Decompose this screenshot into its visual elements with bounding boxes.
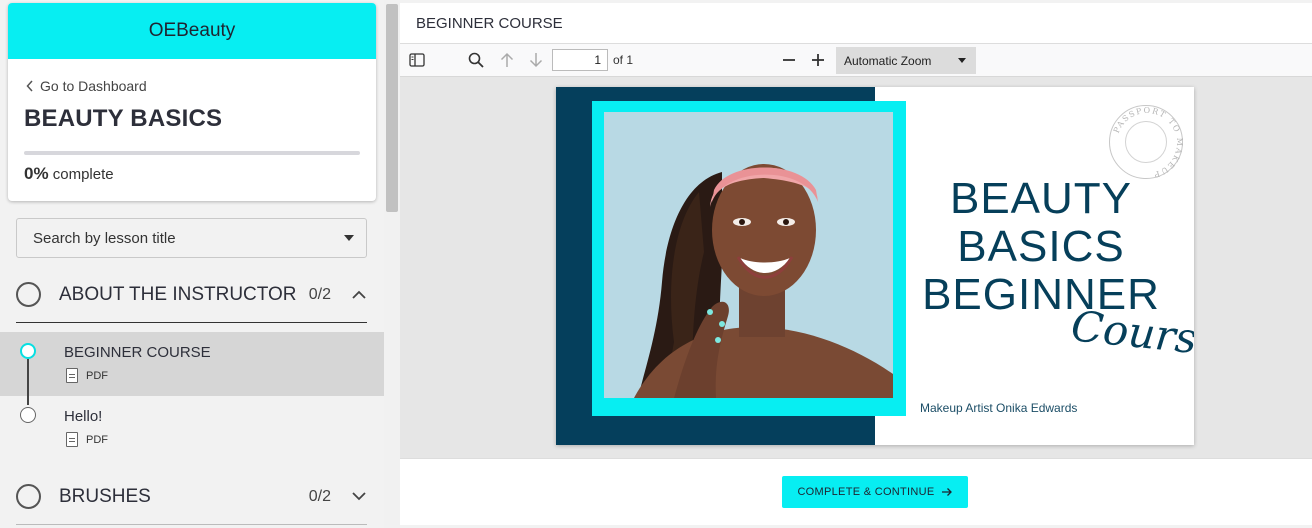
lesson-header-title: BEGINNER COURSE — [416, 14, 563, 32]
chevron-down-icon[interactable] — [351, 489, 367, 505]
complete-button-label: COMPLETE & CONTINUE — [797, 486, 935, 498]
pdf-script-word: Course — [1068, 301, 1194, 366]
progress-percent: 0% — [24, 164, 49, 183]
pdf-page: BEAUTY BASICS BEGINNER Course Makeup Art… — [556, 87, 1194, 445]
pdf-document-icon — [66, 368, 78, 383]
pdf-artist-credit: Makeup Artist Onika Edwards — [920, 401, 1078, 415]
zoom-select-value: Automatic Zoom — [844, 53, 932, 68]
sidebar-scrollbar-thumb[interactable] — [386, 4, 398, 212]
instructor-photo — [604, 112, 893, 398]
stamp-lettering: PASSPORT TO MAKEUP — [1112, 106, 1184, 179]
section-about-the-instructor[interactable]: ABOUT THE INSTRUCTOR 0/2 — [16, 267, 367, 323]
zoom-out-icon[interactable] — [780, 49, 798, 71]
course-card: OEBeauty Go to Dashboard BEAUTY BASICS 0… — [8, 3, 376, 201]
course-progress-bar — [24, 151, 360, 155]
lesson-current-dot-icon — [20, 343, 36, 359]
progress-text: 0% complete — [24, 164, 114, 184]
pdf-viewer: 1 of 1 Automatic Zoom BEAUTY BASICS BEGI… — [400, 44, 1312, 458]
arrow-up-icon[interactable] — [497, 49, 517, 71]
lesson-type-label: PDF — [86, 369, 108, 382]
back-to-dashboard-link[interactable]: Go to Dashboard — [26, 78, 147, 94]
lesson-item-hello[interactable]: Hello! PDF — [0, 396, 384, 460]
brand-bar[interactable]: OEBeauty — [8, 3, 376, 59]
lesson-header: BEGINNER COURSE — [400, 3, 1312, 44]
pdf-toolbar: 1 of 1 Automatic Zoom — [400, 44, 1312, 77]
pdf-title-line: BASICS — [957, 222, 1125, 271]
brand-name: OEBeauty — [148, 20, 236, 41]
course-sidebar: OEBeauty Go to Dashboard BEAUTY BASICS 0… — [0, 0, 384, 528]
lesson-search-select[interactable]: Search by lesson title — [16, 218, 367, 258]
lesson-item-beginner-course[interactable]: BEGINNER COURSE PDF — [0, 332, 384, 396]
section-brushes[interactable]: BRUSHES 0/2 — [16, 469, 367, 525]
lesson-title: BEGINNER COURSE — [64, 344, 211, 361]
page-number-input[interactable]: 1 — [552, 49, 608, 71]
lesson-title: Hello! — [64, 408, 103, 425]
lesson-content: BEGINNER COURSE 1 of 1 Automatic Zoom BE… — [400, 3, 1312, 525]
zoom-select[interactable]: Automatic Zoom — [836, 47, 976, 74]
section-title: ABOUT THE INSTRUCTOR — [59, 283, 297, 305]
search-icon[interactable] — [466, 49, 486, 71]
lesson-search-placeholder: Search by lesson title — [33, 229, 176, 247]
section-title: BRUSHES — [59, 485, 151, 507]
lesson-footer: COMPLETE & CONTINUE — [400, 458, 1312, 525]
page-count-label: of 1 — [613, 53, 634, 67]
progress-suffix: complete — [52, 166, 114, 183]
caret-down-icon — [344, 235, 354, 241]
arrow-down-icon[interactable] — [526, 49, 546, 71]
pdf-document-icon — [66, 432, 78, 447]
complete-and-continue-button[interactable]: COMPLETE & CONTINUE — [782, 476, 968, 508]
zoom-in-icon[interactable] — [809, 49, 827, 71]
chevron-down-icon — [958, 58, 966, 63]
arrow-right-icon — [941, 488, 952, 496]
svg-text:PASSPORT TO MAKEUP: PASSPORT TO MAKEUP — [1112, 106, 1184, 179]
lesson-connector-line — [27, 359, 29, 405]
lesson-type: PDF — [66, 368, 108, 383]
lesson-type: PDF — [66, 432, 108, 447]
section-status-circle-icon — [16, 484, 41, 509]
back-link-label: Go to Dashboard — [40, 78, 147, 94]
chevron-left-icon — [26, 80, 33, 92]
lesson-status-dot-icon — [20, 407, 36, 423]
sidebar-toggle-icon[interactable] — [408, 49, 426, 71]
pdf-title-line: BEAUTY — [949, 174, 1133, 223]
app-root: OEBeauty Go to Dashboard BEAUTY BASICS 0… — [0, 0, 1312, 528]
chevron-up-icon[interactable] — [351, 287, 367, 303]
pdf-title: BEAUTY BASICS BEGINNER — [916, 175, 1166, 319]
lesson-type-label: PDF — [86, 433, 108, 446]
section-count: 0/2 — [308, 487, 331, 505]
passport-stamp-logo: PASSPORT TO MAKEUP — [1109, 105, 1183, 179]
section-count: 0/2 — [308, 285, 331, 303]
course-title: BEAUTY BASICS — [24, 105, 223, 132]
section-status-circle-icon — [16, 282, 41, 307]
